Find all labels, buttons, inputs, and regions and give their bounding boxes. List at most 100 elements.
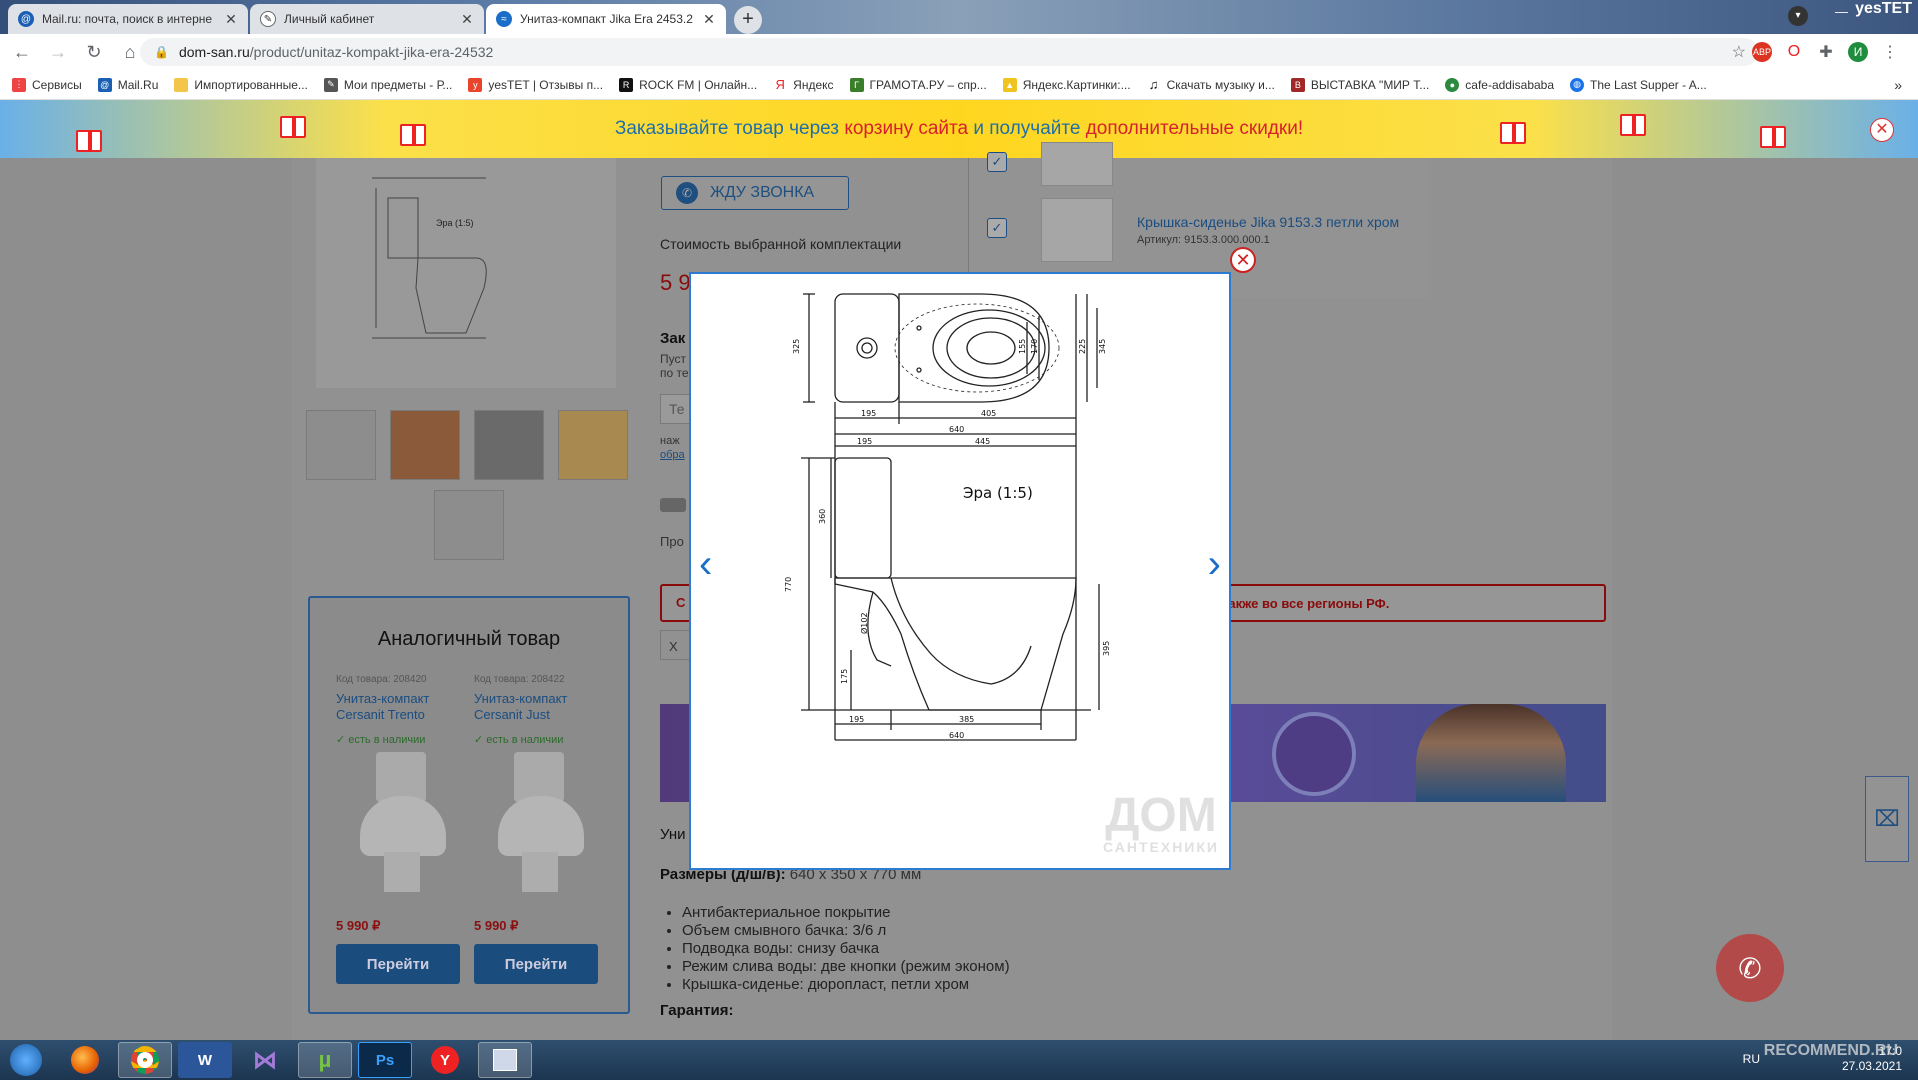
clock-date[interactable]: 27.03.2021 (1842, 1059, 1902, 1074)
close-icon[interactable]: ✕ (460, 11, 474, 28)
tab-title: Mail.ru: почта, поиск в интерне (42, 12, 213, 26)
next-arrow-icon[interactable]: › (1208, 544, 1221, 584)
bookmark-item[interactable]: ● cafe-addisababa (1445, 77, 1554, 92)
promo-banner: Заказывайте товар через корзину сайта и … (0, 100, 1918, 158)
bookmark-star-icon[interactable]: ☆ (1732, 42, 1746, 62)
list-item: Объем смывного бачка: 3/6 л (682, 922, 1010, 940)
bookmark-item[interactable]: ⋮ Сервисы (12, 77, 82, 92)
compare-icon[interactable]: ⌧ (1865, 776, 1909, 862)
callback-button[interactable]: ✆ ЖДУ ЗВОНКА (661, 176, 849, 210)
cost-label: Стоимость выбранной комплектации (660, 236, 902, 252)
bookmark-item[interactable]: @ Mail.Ru (97, 77, 158, 92)
product-title-partial: Уни (660, 826, 686, 843)
bookmark-label: Импортированные... (194, 77, 308, 92)
language-indicator[interactable]: RU (1743, 1052, 1760, 1067)
svg-text:640: 640 (949, 425, 964, 434)
photoshop-icon[interactable]: Ps (358, 1042, 412, 1078)
tab-mailru[interactable]: @ Mail.ru: почта, поиск в интерне ✕ (8, 4, 248, 34)
editor-icon[interactable] (478, 1042, 532, 1078)
thumbnail[interactable] (558, 410, 628, 480)
back-icon[interactable]: ← (8, 38, 36, 66)
phone-icon: ✆ (676, 182, 698, 204)
checkbox[interactable]: ✓ (987, 218, 1007, 238)
expo-icon: В (1290, 77, 1305, 92)
close-icon[interactable]: ✕ (224, 11, 238, 28)
gift-icon (280, 116, 306, 138)
drawing-caption: Эра (1:5) (963, 484, 1033, 502)
consent-link[interactable]: обра (660, 448, 685, 462)
go-button[interactable]: Перейти (336, 944, 460, 984)
list-item: Подводка воды: снизу бачка (682, 940, 1010, 958)
thumbnail[interactable] (434, 490, 504, 560)
svg-text:405: 405 (981, 409, 996, 418)
bookmark-item[interactable]: ✎ Мои предметы - Р... (323, 77, 452, 92)
address-bar[interactable]: 🔒 dom-san.ru/product/unitaz-kompakt-jika… (140, 38, 1758, 66)
bookmark-item[interactable]: R ROCK FM | Онлайн... (619, 77, 757, 92)
bookmark-item[interactable]: В ВЫСТАВКА "МИР Т... (1290, 77, 1429, 92)
thumbnail[interactable] (390, 410, 460, 480)
forward-icon[interactable]: → (44, 38, 72, 66)
profile-dropdown-icon[interactable]: ▾ (1788, 6, 1808, 26)
list-item: Крышка-сиденье: дюропласт, петли хром (682, 976, 1010, 994)
bookmark-item[interactable]: ◍ The Last Supper - A... (1570, 77, 1707, 92)
menu-dots-icon[interactable]: ⋮ (1880, 42, 1900, 62)
close-icon[interactable]: ✕ (702, 11, 716, 28)
check-icon: ✓ (474, 734, 487, 746)
product-image[interactable] (350, 752, 460, 902)
promo-close-icon[interactable]: ✕ (1870, 118, 1894, 142)
svg-text:175: 175 (840, 669, 849, 684)
accessory-image[interactable] (1041, 198, 1113, 262)
bookmark-item[interactable]: Я Яндекс (773, 77, 834, 92)
more-bookmarks-icon[interactable]: » (1894, 77, 1902, 93)
bookmark-item[interactable]: Г ГРАМОТА.РУ – спр... (849, 77, 987, 92)
bookmark-item[interactable]: ♫ Скачать музыку и... (1146, 77, 1275, 92)
svg-text:Эра (1:5): Эра (1:5) (436, 218, 474, 228)
extension-abp-icon[interactable]: ABP (1752, 42, 1772, 62)
tab-characteristics[interactable]: Х (660, 630, 690, 660)
avatar[interactable]: И (1848, 42, 1868, 62)
tab-product[interactable]: ≈ Унитаз-компакт Jika Era 2453.2 ... ✕ (486, 4, 726, 34)
product-main-image[interactable]: Эра (1:5) (316, 158, 616, 388)
svg-text:395: 395 (1102, 641, 1111, 656)
torrent-icon[interactable]: µ (298, 1042, 352, 1078)
product-price: 5 9 (660, 270, 691, 295)
svg-text:170: 170 (1030, 339, 1039, 354)
product-link[interactable]: Унитаз-компакт Cersanit Trento (336, 691, 476, 723)
reload-icon[interactable]: ↻ (80, 38, 108, 66)
puzzle-icon[interactable]: ✚ (1816, 42, 1836, 62)
new-tab-button[interactable]: + (734, 6, 762, 34)
bookmark-item[interactable]: ▲ Яндекс.Картинки:... (1002, 77, 1131, 92)
modal-close-icon[interactable]: ✕ (1230, 247, 1256, 273)
thumbnail[interactable] (306, 410, 376, 480)
extensions-area: ABP O ✚ И ⋮ (1752, 42, 1900, 62)
accessory-item: Крышка-сиденье Jika 9153.3 петли хром Ар… (1137, 214, 1399, 246)
accessory-image[interactable] (1041, 142, 1113, 186)
analog-products-panel: Аналогичный товар Код товара: 208420 Уни… (308, 596, 630, 1014)
word-icon[interactable]: W (178, 1042, 232, 1078)
start-button[interactable] (0, 1040, 52, 1080)
phone-callback-fab[interactable]: ✆ (1716, 934, 1784, 1002)
minimize-icon[interactable]: — (1835, 4, 1848, 19)
promo-cart-link[interactable]: корзину сайта (844, 118, 968, 139)
globe-icon: ◍ (1570, 77, 1585, 92)
stock-status: ✓ есть в наличии (336, 734, 426, 746)
url-path: /product/unitaz-kompakt-jika-era-24532 (249, 44, 494, 60)
thumbnail[interactable] (474, 410, 544, 480)
chrome-icon[interactable] (118, 1042, 172, 1078)
product-image[interactable] (488, 752, 598, 902)
firefox-icon[interactable] (58, 1042, 112, 1078)
promo-photo (1416, 704, 1566, 802)
accessory-link[interactable]: Крышка-сиденье Jika 9153.3 петли хром (1137, 214, 1399, 230)
checkbox[interactable]: ✓ (987, 152, 1007, 172)
prev-arrow-icon[interactable]: ‹ (699, 544, 712, 584)
product-link[interactable]: Унитаз-компакт Cersanit Just (474, 691, 614, 723)
mailru-icon: @ (97, 77, 112, 92)
toggle[interactable] (660, 498, 686, 512)
tab-cabinet[interactable]: ✎ Личный кабинет ✕ (250, 4, 484, 34)
yandex-browser-icon[interactable]: Y (418, 1042, 472, 1078)
bookmark-item[interactable]: y yesTET | Отзывы п... (468, 77, 603, 92)
opera-icon[interactable]: O (1784, 42, 1804, 62)
visual-studio-icon[interactable]: ⋈ (238, 1042, 292, 1078)
bookmark-item[interactable]: Импортированные... (174, 77, 308, 92)
go-button[interactable]: Перейти (474, 944, 598, 984)
